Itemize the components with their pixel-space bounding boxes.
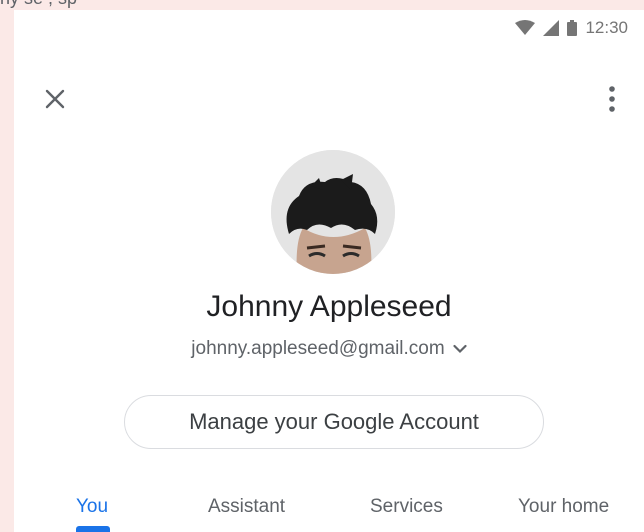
background-text-fragment: ny se , sp — [0, 0, 77, 9]
avatar[interactable] — [271, 150, 395, 274]
account-name: Johnny Appleseed — [206, 290, 452, 323]
chevron-down-icon — [453, 344, 467, 354]
profile-photo — [271, 150, 395, 274]
close-button[interactable] — [40, 84, 70, 114]
tab-bar: You Assistant Services Your home — [14, 496, 644, 532]
more-options-button[interactable] — [600, 84, 624, 114]
battery-icon — [567, 20, 578, 36]
status-time: 12:30 — [585, 18, 628, 37]
account-switcher[interactable]: johnny.appleseed@gmail.com — [14, 338, 644, 360]
cell-signal-icon — [543, 20, 560, 36]
more-vert-icon — [609, 86, 615, 112]
tab-you[interactable]: You — [76, 496, 108, 518]
tab-assistant[interactable]: Assistant — [208, 496, 285, 518]
manage-account-button[interactable]: Manage your Google Account — [124, 395, 544, 449]
active-tab-indicator — [76, 526, 110, 532]
wifi-icon — [515, 20, 536, 36]
tab-services[interactable]: Services — [370, 496, 443, 518]
close-icon — [45, 89, 65, 109]
account-screen: 12:30 Johnny Appleseed johnny.appleseed@… — [14, 10, 644, 532]
tab-your-home[interactable]: Your home — [518, 496, 609, 518]
account-email: johnny.appleseed@gmail.com — [191, 338, 445, 359]
status-bar: 12:30 — [515, 18, 628, 38]
